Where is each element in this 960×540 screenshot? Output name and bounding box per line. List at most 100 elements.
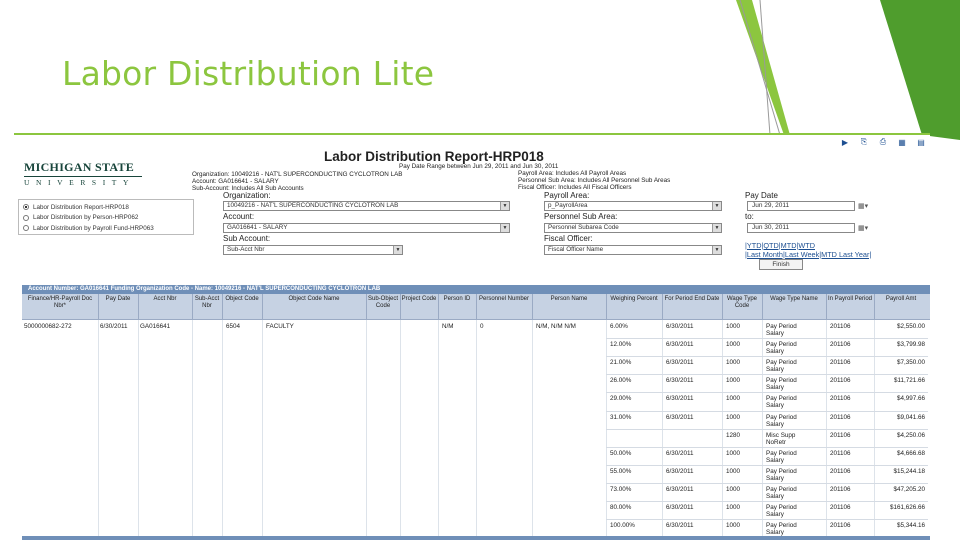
- report-toolbar: ▶ ⎘ ⎙ ▦ ▤: [838, 137, 928, 147]
- col-header-person-name[interactable]: Person Name: [533, 296, 605, 303]
- payroll-area-value: p_PayrollArea: [548, 202, 588, 209]
- chevron-down-icon[interactable]: ▼: [712, 224, 721, 232]
- account-header-bar: Account Number: GA016641 Funding Organiz…: [22, 285, 930, 294]
- account-label: Account:: [223, 212, 255, 221]
- pay-date-to-input[interactable]: Jun 30, 2011: [747, 223, 855, 233]
- cell-period-end-date: 6/30/2011: [666, 359, 694, 367]
- fiscal-officer-value: Fiscal Officer Name: [548, 246, 604, 253]
- report-option-label: Labor Distribution Report-HRP018: [33, 203, 129, 211]
- cell-wage-type-name: Pay Period Salary: [766, 449, 797, 464]
- cell-payroll-period: 201106: [830, 522, 851, 530]
- col-header-person-id[interactable]: Person ID: [439, 296, 475, 303]
- col-header-doc-nbr[interactable]: Finance/HR-Payroll Doc Nbr*: [23, 296, 97, 310]
- column-divider: [222, 294, 223, 320]
- row-divider: [606, 428, 928, 430]
- cell-wage-type-name: Pay Period Salary: [766, 395, 797, 410]
- column-divider: [222, 320, 223, 540]
- col-header-sub-acct-nbr[interactable]: Sub-Acct Nbr: [193, 296, 221, 310]
- cell-period-end-date: 6/30/2011: [666, 467, 694, 475]
- report-option-label: Labor Distribution by Person-HRP062: [33, 214, 139, 222]
- col-header-pay-date[interactable]: Pay Date: [99, 296, 137, 303]
- report-option-hrp063[interactable]: Labor Distribution by Payroll Fund-HRP06…: [23, 223, 189, 234]
- sub-account-select[interactable]: Sub-Acct Nbr ▼: [223, 245, 403, 255]
- cell-payroll-period: 201106: [830, 431, 851, 439]
- col-header-sub-object-code[interactable]: Sub-Object Code: [367, 296, 399, 310]
- pay-date-label: Pay Date: [745, 191, 778, 200]
- col-header-weighing-percent[interactable]: Weighing Percent: [607, 296, 661, 303]
- col-header-object-code[interactable]: Object Code: [223, 296, 261, 303]
- period-links-row-2[interactable]: |Last Month|Last Week|MTD Last Year|: [745, 250, 871, 259]
- column-divider: [98, 294, 99, 320]
- cell-wage-type-code: 1000: [726, 359, 741, 367]
- sub-account-value: Sub-Acct Nbr: [227, 246, 265, 253]
- excel-icon[interactable]: ▦: [895, 138, 909, 147]
- radio-icon[interactable]: [23, 214, 29, 221]
- cell-payroll-period: 201106: [830, 323, 851, 330]
- col-header-wage-type-name[interactable]: Wage Type Name: [763, 296, 825, 303]
- column-divider: [722, 320, 723, 540]
- col-header-project-code[interactable]: Project Code: [401, 296, 437, 303]
- column-divider: [662, 294, 663, 320]
- cell-wage-type-code: 1000: [726, 395, 741, 403]
- report-option-label: Labor Distribution by Payroll Fund-HRP06…: [33, 224, 154, 232]
- period-links-row-1[interactable]: |YTD|QTD|MTD|WTD: [745, 241, 815, 250]
- col-header-wage-type-code[interactable]: Wage Type Code: [723, 296, 761, 310]
- chevron-down-icon[interactable]: ▼: [712, 246, 721, 254]
- cell-wage-type-code: 1000: [726, 341, 741, 349]
- column-divider: [438, 294, 439, 320]
- column-divider: [662, 320, 663, 540]
- report-option-hrp018[interactable]: Labor Distribution Report-HRP018: [23, 202, 189, 213]
- row-divider: [606, 338, 928, 340]
- chevron-down-icon[interactable]: ▼: [393, 246, 402, 254]
- cell-period-end-date: 6/30/2011: [666, 395, 694, 403]
- chevron-down-icon[interactable]: ▼: [500, 224, 509, 232]
- column-divider: [366, 294, 367, 320]
- cell-weighing-percent: 29.00%: [610, 395, 632, 403]
- pay-date-from-input[interactable]: Jun 29, 2011: [747, 201, 855, 211]
- export-icon[interactable]: ⎘: [857, 137, 871, 147]
- column-divider: [366, 320, 367, 540]
- play-icon[interactable]: ▶: [838, 138, 852, 147]
- col-header-payroll-amt[interactable]: Payroll Amt: [875, 296, 927, 303]
- row-divider: [606, 410, 928, 412]
- col-header-acct-nbr[interactable]: Acct Nbr: [139, 296, 191, 303]
- calendar-icon[interactable]: ▦▾: [858, 202, 868, 210]
- radio-icon[interactable]: [23, 225, 29, 232]
- column-divider: [606, 294, 607, 320]
- column-divider: [138, 320, 139, 540]
- print-icon[interactable]: ⎙: [876, 137, 890, 147]
- cell-period-end-date: 6/30/2011: [666, 413, 694, 421]
- column-divider: [192, 294, 193, 320]
- grid-header-row: Finance/HR-Payroll Doc Nbr* Pay Date Acct …: [22, 294, 930, 320]
- personnel-sub-area-select[interactable]: Personnel Subarea Code ▼: [544, 223, 722, 233]
- cell-payroll-amt: $4,250.06: [896, 431, 925, 439]
- organization-select[interactable]: 10049216 - NAT'L SUPERCONDUCTING CYCLOTR…: [223, 201, 510, 211]
- cell-wage-type-code: 1000: [726, 449, 741, 457]
- cell-payroll-amt: $47,205.20: [893, 485, 925, 493]
- col-header-personnel-number[interactable]: Personnel Number: [477, 296, 531, 303]
- chevron-down-icon[interactable]: ▼: [500, 202, 509, 210]
- chevron-down-icon[interactable]: ▼: [712, 202, 721, 210]
- cell-payroll-period: 201106: [830, 504, 851, 511]
- fiscal-officer-select[interactable]: Fiscal Officer Name ▼: [544, 245, 722, 255]
- radio-icon[interactable]: [23, 204, 29, 211]
- grid-footer-bar: [22, 536, 930, 540]
- cell-payroll-amt: $11,721.66: [893, 377, 925, 385]
- col-header-payroll-period[interactable]: In Payroll Period: [827, 296, 873, 303]
- finish-button[interactable]: Finish: [759, 259, 803, 270]
- column-divider: [874, 294, 875, 320]
- report-option-hrp062[interactable]: Labor Distribution by Person-HRP062: [23, 213, 189, 224]
- payroll-area-select[interactable]: p_PayrollArea ▼: [544, 201, 722, 211]
- cell-payroll-period: 201106: [830, 359, 851, 367]
- fiscal-officer-label: Fiscal Officer:: [544, 234, 593, 243]
- col-header-object-code-name[interactable]: Object Code Name: [263, 296, 365, 303]
- cell-wage-type-code: 1000: [726, 504, 741, 511]
- info-account: Account: GA016641 - SALARY: [192, 178, 279, 185]
- col-header-period-end-date[interactable]: For Period End Date: [663, 296, 721, 303]
- settings-icon[interactable]: ▤: [914, 138, 928, 147]
- account-select[interactable]: GA016641 - SALARY ▼: [223, 223, 510, 233]
- calendar-icon[interactable]: ▦▾: [858, 224, 868, 232]
- cell-doc-nbr: 5000000682-272: [24, 323, 72, 330]
- cell-personnel-number: 0: [480, 323, 484, 330]
- cell-weighing-percent: 6.00%: [610, 323, 628, 330]
